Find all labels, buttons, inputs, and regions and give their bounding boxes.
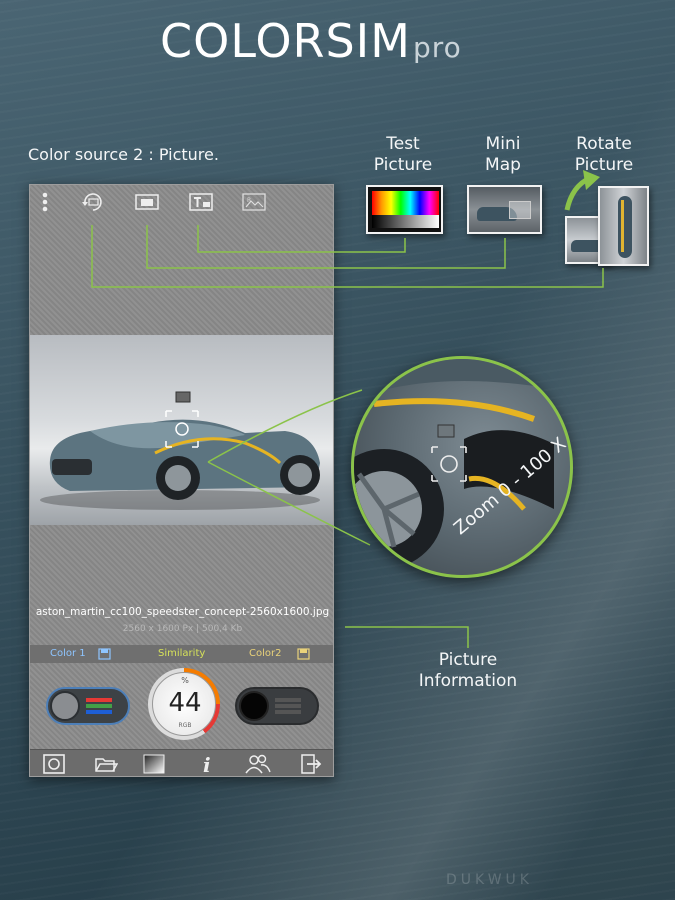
gradient-icon[interactable] bbox=[142, 753, 166, 775]
menu-dots-icon[interactable] bbox=[38, 191, 52, 213]
svg-text:R: R bbox=[247, 197, 251, 204]
gauge-mode-label: RGB bbox=[178, 722, 192, 729]
folder-open-icon[interactable] bbox=[94, 753, 118, 775]
color1-label: Color 1 bbox=[50, 648, 86, 659]
people-icon[interactable] bbox=[244, 753, 272, 775]
test-picture-thumbnail bbox=[366, 185, 443, 234]
rotate-picture-thumbnail-portrait bbox=[598, 186, 649, 266]
exit-icon[interactable] bbox=[298, 753, 322, 775]
test-picture-icon[interactable] bbox=[188, 191, 214, 213]
mini-map-thumbnail bbox=[467, 185, 542, 234]
similarity-gauge: % 44 RGB bbox=[148, 668, 220, 740]
color1-toggle[interactable] bbox=[46, 687, 130, 725]
color2-label: Color2 bbox=[249, 648, 282, 659]
color-compare-bar: Color 1 Similarity Color2 bbox=[30, 645, 333, 663]
app-title: COLORSIMpro bbox=[160, 14, 462, 68]
svg-text:i: i bbox=[203, 753, 211, 775]
gauge-percent-symbol: % bbox=[181, 676, 189, 685]
color2-save-icon[interactable] bbox=[297, 648, 310, 660]
color2-toggle[interactable] bbox=[235, 687, 319, 725]
similarity-label: Similarity bbox=[158, 648, 206, 659]
color1-save-icon[interactable] bbox=[98, 648, 111, 660]
rotate-picture-label: Rotate Picture bbox=[574, 134, 634, 175]
file-info: 2560 x 1600 Px | 500,4 Kb bbox=[122, 624, 243, 634]
similarity-value: 44 bbox=[168, 688, 202, 718]
file-name: aston_martin_cc100_speedster_concept-256… bbox=[35, 606, 330, 618]
info-icon[interactable]: i bbox=[195, 753, 219, 775]
picture-icon[interactable]: R bbox=[241, 191, 267, 213]
color-source-caption: Color source 2 : Picture. bbox=[28, 145, 219, 164]
watermark: DUKWUK bbox=[446, 872, 533, 888]
source-picture[interactable] bbox=[30, 335, 333, 525]
picture-information-label: Picture Information bbox=[418, 650, 518, 691]
test-picture-label: Test Picture bbox=[373, 134, 433, 175]
car-image bbox=[40, 391, 320, 510]
mini-map-label: Mini Map bbox=[485, 134, 521, 175]
bottom-toolbar: i bbox=[30, 749, 333, 776]
app-screen: R aston_martin_cc100_speedster_concept-2… bbox=[29, 184, 334, 777]
camera-icon[interactable] bbox=[42, 753, 66, 775]
rotate-picture-icon[interactable] bbox=[80, 191, 106, 213]
mini-map-icon[interactable] bbox=[134, 191, 160, 213]
top-toolbar: R bbox=[30, 185, 333, 219]
color-controls: % 44 RGB bbox=[30, 663, 333, 749]
